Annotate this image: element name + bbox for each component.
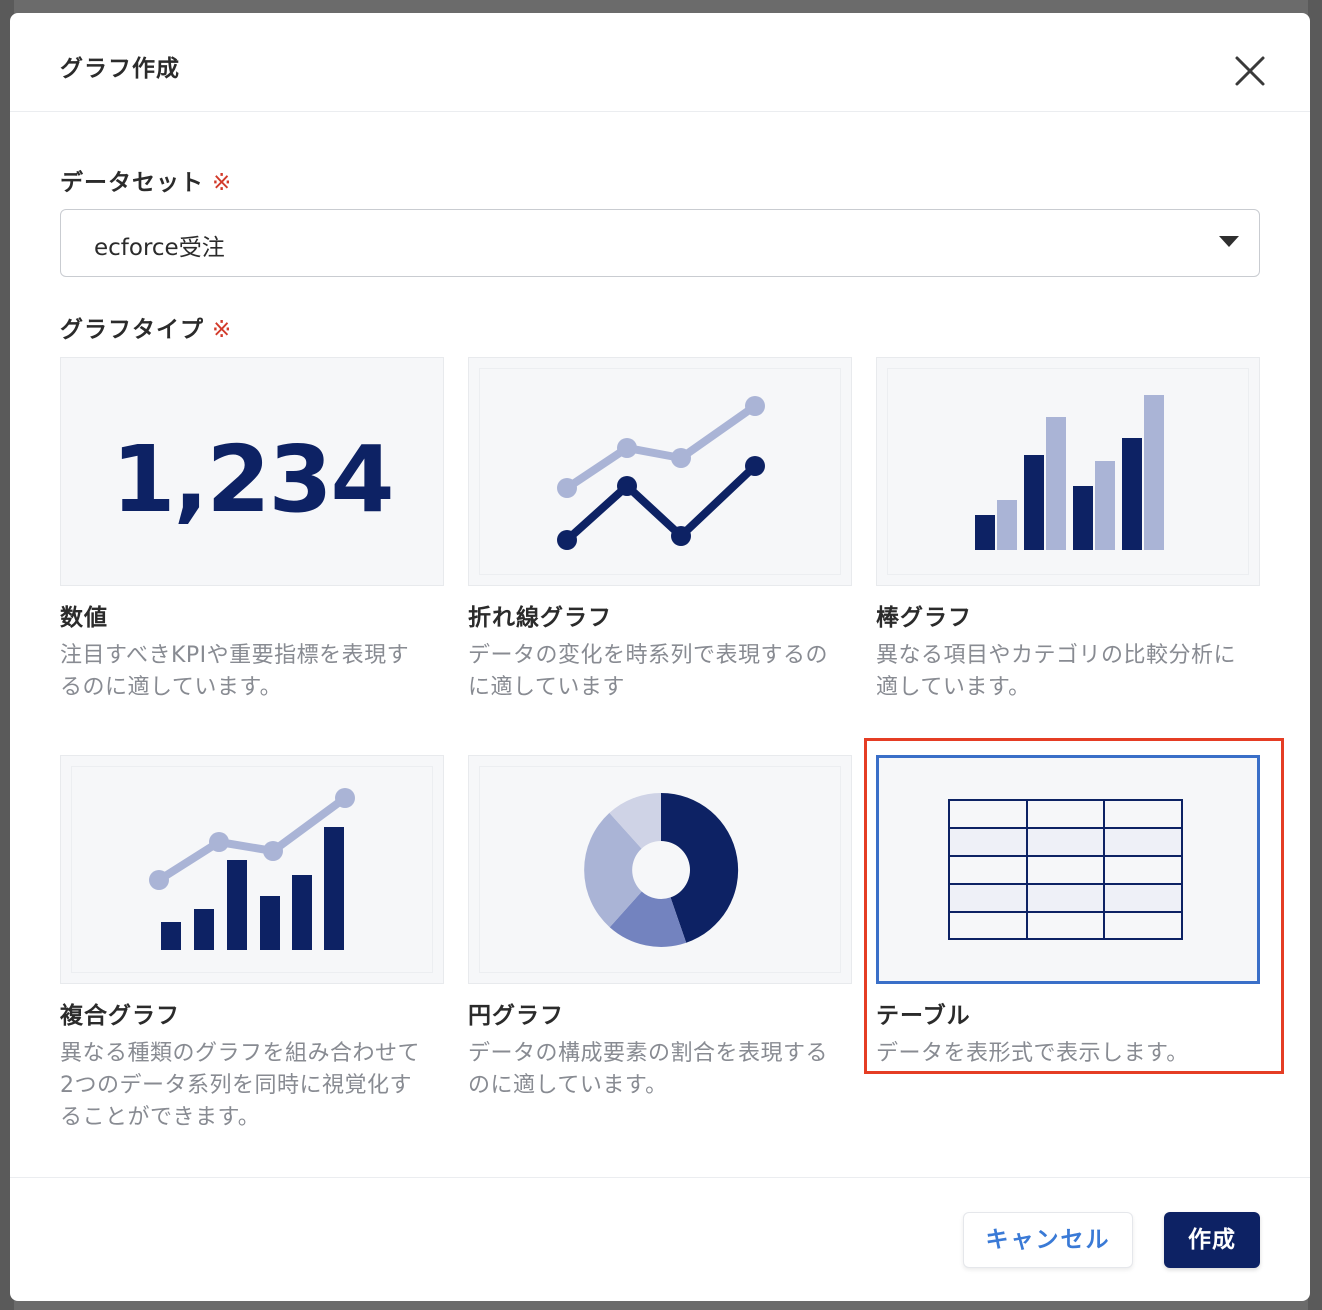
required-mark: ※ [212, 317, 233, 343]
card-description-line: 2つのデータ系列を同時に視覚化す [60, 1073, 412, 1098]
card-thumbnail-selected [876, 755, 1260, 984]
card-title: 円グラフ [468, 1003, 564, 1029]
table-icon [948, 799, 1183, 940]
card-description-line: データの変化を時系列で表現するの [468, 643, 829, 668]
card-description: データの変化を時系列で表現するの に適しています [468, 640, 852, 704]
graph-type-card-combo[interactable]: 複合グラフ 異なる種類のグラフを組み合わせて 2つのデータ系列を同時に視覚化す … [60, 755, 444, 1134]
card-description-line: に適しています [468, 675, 625, 700]
card-description-line: 異なる種類のグラフを組み合わせて [60, 1041, 421, 1066]
close-button[interactable] [1232, 53, 1268, 89]
card-description-line: るのに適しています。 [60, 675, 283, 700]
card-title: テーブル [876, 1003, 971, 1029]
graph-type-card-number[interactable]: 1,234 数値 注目すべきKPIや重要指標を表現す るのに適しています。 [60, 357, 444, 704]
required-mark: ※ [212, 170, 233, 196]
card-description-line: 異なる項目やカテゴリの比較分析に [876, 643, 1237, 668]
card-title: 数値 [60, 605, 108, 631]
card-thumbnail [468, 755, 852, 984]
card-description: 異なる種類のグラフを組み合わせて 2つのデータ系列を同時に視覚化す ることができ… [60, 1038, 444, 1134]
line-chart-icon [557, 396, 765, 550]
graph-type-card-line[interactable]: 折れ線グラフ データの変化を時系列で表現するの に適しています [468, 357, 852, 704]
dialog-footer: キャンセル 作成 [10, 1177, 1310, 1301]
graph-create-dialog: グラフ作成 データセット ※ ecforce受注 グラフタイプ ※ 1,234 数値… [10, 13, 1310, 1301]
create-button[interactable]: 作成 [1164, 1212, 1260, 1268]
dataset-select[interactable]: ecforce受注 [60, 209, 1260, 277]
card-title: 複合グラフ [60, 1003, 180, 1029]
graph-type-label-text: グラフタイプ [60, 317, 204, 343]
card-description: 異なる項目やカテゴリの比較分析に 適しています。 [876, 640, 1260, 704]
combo-chart-icon [149, 788, 355, 950]
close-icon [1235, 56, 1265, 86]
card-description-line: のに適しています。 [468, 1073, 668, 1098]
graph-type-label: グラフタイプ ※ [60, 310, 232, 344]
number-icon: 1,234 [111, 426, 394, 533]
card-description: 注目すべきKPIや重要指標を表現す るのに適しています。 [60, 640, 444, 704]
dataset-label: データセット ※ [60, 163, 232, 197]
card-title: 折れ線グラフ [468, 605, 612, 631]
card-description-line: 注目すべきKPIや重要指標を表現す [60, 643, 410, 668]
dialog-title: グラフ作成 [60, 56, 180, 82]
card-thumbnail [60, 755, 444, 984]
card-description: データを表形式で表示します。 [876, 1038, 1260, 1070]
card-description-line: ることができます。 [60, 1105, 261, 1130]
graph-type-card-pie[interactable]: 円グラフ データの構成要素の割合を表現する のに適しています。 [468, 755, 852, 1102]
card-thumbnail [876, 357, 1260, 586]
backdrop-right [1308, 0, 1322, 1310]
dataset-label-text: データセット [60, 170, 204, 196]
cancel-button[interactable]: キャンセル [963, 1212, 1133, 1268]
dialog-header: グラフ作成 [10, 13, 1310, 112]
bar-chart-icon [975, 395, 1164, 550]
card-description-line: データの構成要素の割合を表現する [468, 1041, 829, 1066]
card-description-line: データを表形式で表示します。 [876, 1041, 1189, 1066]
card-description: データの構成要素の割合を表現する のに適しています。 [468, 1038, 852, 1102]
graph-type-card-bar[interactable]: 棒グラフ 異なる項目やカテゴリの比較分析に 適しています。 [876, 357, 1260, 704]
card-thumbnail: 1,234 [60, 357, 444, 586]
pie-chart-icon [584, 792, 739, 947]
card-description-line: 適しています。 [876, 675, 1031, 700]
graph-type-card-table[interactable]: テーブル データを表形式で表示します。 [876, 755, 1260, 1070]
card-title: 棒グラフ [876, 605, 972, 631]
card-thumbnail [468, 357, 852, 586]
dataset-select-value: ecforce受注 [94, 235, 225, 261]
chevron-down-icon [1219, 236, 1239, 247]
